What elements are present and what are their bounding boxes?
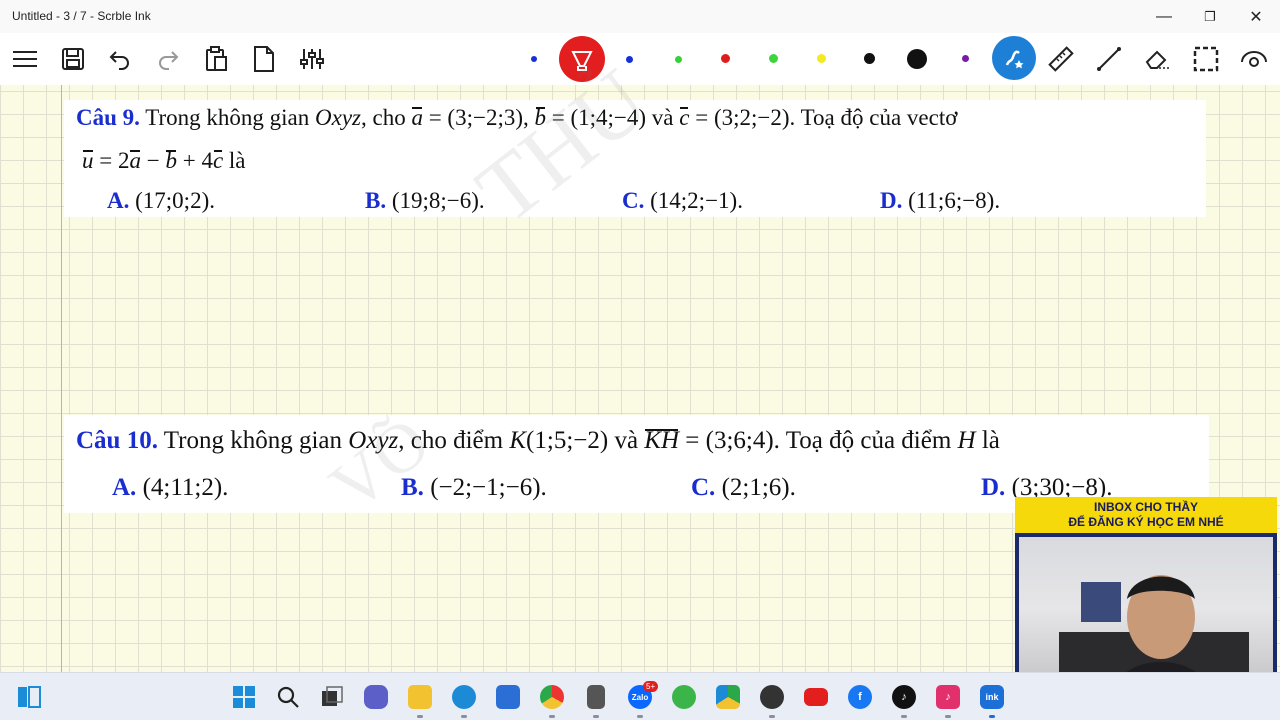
- window-title: Untitled - 3 / 7 - Scrble Ink: [12, 9, 151, 23]
- color-dot[interactable]: [817, 54, 826, 63]
- new-page-icon[interactable]: [246, 41, 282, 77]
- view-icon[interactable]: [1236, 41, 1272, 77]
- color-dot[interactable]: [962, 55, 969, 62]
- option-c: C. (14;2;−1).: [622, 188, 743, 213]
- save-icon[interactable]: [55, 41, 91, 77]
- vector-kh: KH: [644, 427, 680, 454]
- paste-icon[interactable]: [198, 41, 234, 77]
- app-green-icon[interactable]: [672, 685, 696, 709]
- file-explorer-icon[interactable]: [408, 685, 432, 709]
- calculator-icon[interactable]: [587, 685, 605, 709]
- color-dot[interactable]: [675, 56, 682, 63]
- settings-sliders-icon[interactable]: [294, 41, 330, 77]
- question-9-line-2: u = 2a − b + 4c là: [82, 148, 246, 173]
- redo-icon[interactable]: [150, 41, 186, 77]
- eraser-icon[interactable]: [1139, 41, 1175, 77]
- color-dot[interactable]: [769, 54, 778, 63]
- line-icon[interactable]: [1091, 41, 1127, 77]
- option-b: B. (19;8;−6).: [365, 188, 485, 213]
- promo-banner: INBOX CHO THẦY ĐỂ ĐĂNG KÝ HỌC EM NHÉ: [1015, 497, 1277, 533]
- scrble-ink-icon[interactable]: ink: [980, 685, 1004, 709]
- google-drive-icon[interactable]: [716, 685, 740, 709]
- vector-c: c: [679, 105, 690, 130]
- tiktok-studio-icon[interactable]: ♪: [936, 685, 960, 709]
- margin-line: [61, 85, 62, 672]
- question-number: Câu 9.: [76, 105, 140, 130]
- teams-icon[interactable]: [364, 685, 388, 709]
- option-a: A. (4;11;2).: [112, 474, 229, 501]
- search-icon[interactable]: [276, 685, 300, 709]
- question-10-line-1: Câu 10. Trong không gian Oxyz, cho điểm …: [76, 427, 1000, 454]
- ruler-icon[interactable]: [1043, 41, 1079, 77]
- restore-button[interactable]: ❐: [1187, 0, 1233, 33]
- close-button[interactable]: ✕: [1233, 0, 1279, 33]
- edge-icon[interactable]: [452, 685, 476, 709]
- vector-u: u: [82, 148, 94, 173]
- youtube-icon[interactable]: [804, 688, 828, 706]
- task-view-icon[interactable]: [320, 685, 344, 709]
- restore-icon: ❐: [1204, 8, 1216, 24]
- obs-icon[interactable]: [760, 685, 784, 709]
- minimize-icon: —: [1156, 7, 1172, 25]
- chrome-icon[interactable]: [540, 685, 564, 709]
- taskbar: Zalo 5+ f ♪ ♪ ink: [0, 672, 1280, 720]
- minimize-button[interactable]: —: [1141, 0, 1187, 33]
- notification-badge: 5+: [643, 681, 659, 692]
- selection-icon[interactable]: [1188, 41, 1224, 77]
- color-dot[interactable]: [864, 53, 875, 64]
- option-c: C. (2;1;6).: [691, 474, 796, 501]
- tiktok-icon[interactable]: ♪: [892, 685, 916, 709]
- color-dot[interactable]: [531, 56, 537, 62]
- toolbar: [0, 33, 1280, 85]
- option-d: D. (11;6;−8).: [880, 188, 1001, 213]
- store-icon[interactable]: [496, 685, 520, 709]
- option-a: A. (17;0;2).: [107, 188, 215, 213]
- vector-a: a: [411, 105, 423, 130]
- close-icon: ✕: [1249, 8, 1263, 26]
- widgets-icon[interactable]: [16, 685, 41, 709]
- color-dot[interactable]: [907, 49, 927, 69]
- shapes-pen-icon[interactable]: [992, 36, 1036, 80]
- title-bar: Untitled - 3 / 7 - Scrble Ink — ❐ ✕: [0, 0, 1280, 33]
- undo-icon[interactable]: [102, 41, 138, 77]
- menu-icon[interactable]: [7, 41, 43, 77]
- color-dot[interactable]: [721, 54, 730, 63]
- question-number: Câu 10.: [76, 427, 158, 454]
- start-icon[interactable]: [232, 685, 256, 709]
- facebook-icon[interactable]: f: [848, 685, 872, 709]
- color-dot[interactable]: [626, 56, 633, 63]
